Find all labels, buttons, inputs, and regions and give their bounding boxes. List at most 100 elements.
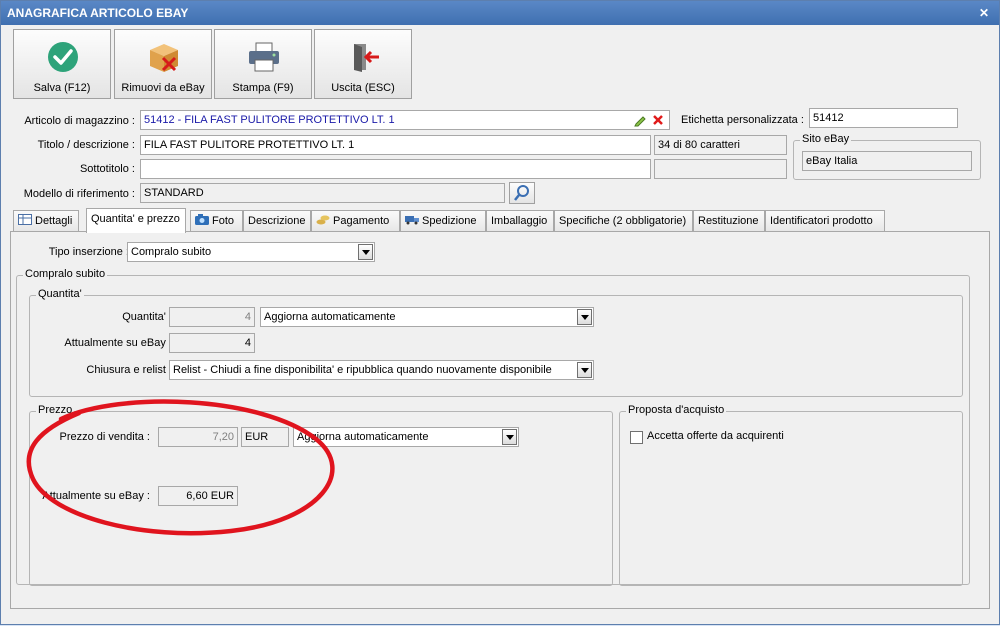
quantita-mode-value: Aggiorna automaticamente: [264, 311, 396, 323]
etichetta-value: 51412: [813, 112, 844, 124]
sottotitolo-label: Sottotitolo :: [79, 163, 135, 175]
attuale-qty-display: 4: [169, 333, 255, 353]
close-icon[interactable]: ✕: [979, 1, 989, 25]
tipo-inserzione-select[interactable]: Compralo subito: [127, 242, 375, 262]
tab-specifiche-label: Specifiche (2 obbligatorie): [559, 215, 687, 227]
etichetta-input[interactable]: 51412: [809, 108, 958, 128]
attuale-qty-value: 4: [244, 337, 251, 349]
tab-imballaggio-label: Imballaggio: [491, 215, 548, 227]
tab-spedizione[interactable]: Spedizione: [400, 210, 486, 232]
attuale-prezzo-display: 6,60 EUR: [158, 486, 238, 506]
quantita-value: 4: [244, 311, 251, 323]
prezzo-currency-value: EUR: [245, 431, 269, 443]
prezzo-mode-select[interactable]: Aggiorna automaticamente: [293, 427, 519, 447]
quantita-input[interactable]: 4: [169, 307, 255, 327]
etichetta-label: Etichetta personalizzata :: [681, 114, 804, 126]
sito-ebay-title: Sito eBay: [800, 133, 852, 145]
window-title: ANAGRAFICA ARTICOLO EBAY: [7, 6, 189, 20]
tab-quantita-prezzo-label: Quantita' e prezzo: [91, 213, 180, 225]
magnifier-icon: [514, 185, 529, 201]
tab-dettagli-label: Dettagli: [35, 215, 73, 227]
modello-search-button[interactable]: [509, 182, 535, 204]
titolo-label: Titolo / descrizione :: [37, 139, 135, 151]
sito-ebay-value: eBay Italia: [806, 155, 858, 167]
tab-quantita-prezzo[interactable]: Quantita' e prezzo: [86, 208, 186, 233]
prezzo-mode-value: Aggiorna automaticamente: [297, 431, 429, 443]
tab-foto-label: Foto: [212, 215, 235, 227]
prezzo-value: 7,20: [212, 431, 234, 443]
articolo-field[interactable]: 51412 - FILA FAST PULITORE PROTETTIVO LT…: [140, 110, 670, 130]
sottotitolo-count-display: [654, 159, 787, 179]
modello-label: Modello di riferimento :: [23, 188, 135, 200]
chevron-down-icon: [577, 362, 592, 378]
compralo-subito-title: Compralo subito: [23, 268, 108, 280]
tab-descrizione-label: Descrizione: [248, 215, 306, 227]
sito-ebay-display: eBay Italia: [802, 151, 972, 171]
tab-descrizione[interactable]: Descrizione: [243, 210, 311, 232]
sito-ebay-group: Sito eBay eBay Italia: [793, 133, 981, 180]
table-icon: [18, 214, 32, 225]
save-button[interactable]: Salva (F12): [13, 29, 111, 99]
chevron-down-icon: [358, 244, 373, 260]
tab-identificatori[interactable]: Identificatori prodotto: [765, 210, 885, 232]
quantita-group-title: Quantita': [36, 288, 84, 300]
print-button[interactable]: Stampa (F9): [214, 29, 312, 99]
exit-button-label: Uscita (ESC): [331, 82, 395, 94]
sottotitolo-input[interactable]: [140, 159, 651, 179]
truck-icon: [405, 216, 419, 225]
chiusura-label: Chiusura e relist :: [86, 364, 172, 376]
tab-dettagli[interactable]: Dettagli: [13, 210, 79, 232]
exit-door-icon: [354, 44, 379, 72]
articolo-label: Articolo di magazzino :: [24, 115, 135, 127]
tab-pagamento[interactable]: Pagamento: [311, 210, 400, 232]
chiusura-select[interactable]: Relist - Chiudi a fine disponibilita' e …: [169, 360, 594, 380]
prezzo-label: Prezzo di vendita :: [59, 431, 151, 443]
chevron-down-icon: [577, 309, 592, 325]
checkmark-icon: [48, 42, 78, 72]
titolo-value: FILA FAST PULITORE PROTETTIVO LT. 1: [144, 139, 355, 151]
exit-button[interactable]: Uscita (ESC): [314, 29, 412, 99]
tipo-inserzione-label: Tipo inserzione :: [48, 246, 129, 258]
pencil-edit-icon[interactable]: [634, 114, 647, 127]
attuale-qty-label: Attualmente su eBay :: [64, 337, 172, 349]
camera-icon: [195, 214, 209, 225]
quantita-mode-select[interactable]: Aggiorna automaticamente: [260, 307, 594, 327]
titolo-input[interactable]: FILA FAST PULITORE PROTETTIVO LT. 1: [140, 135, 651, 155]
chevron-down-icon: [502, 429, 517, 445]
quantita-group: Quantita' Quantita' : 4 Aggiorna automat…: [29, 288, 963, 397]
box-remove-icon: [150, 44, 178, 72]
prezzo-group: Prezzo Prezzo di vendita : 7,20 EUR Aggi…: [29, 404, 613, 586]
coins-icon: [316, 215, 330, 225]
prezzo-currency-display: EUR: [241, 427, 289, 447]
chiusura-value: Relist - Chiudi a fine disponibilita' e …: [173, 364, 552, 376]
char-count-display: 34 di 80 caratteri: [654, 135, 787, 155]
remove-from-ebay-label: Rimuovi da eBay: [121, 82, 205, 94]
char-count-value: 34 di 80 caratteri: [658, 139, 740, 151]
proposta-acquisto-title: Proposta d'acquisto: [626, 404, 727, 416]
tab-imballaggio[interactable]: Imballaggio: [486, 210, 554, 232]
print-button-label: Stampa (F9): [232, 82, 294, 94]
tab-specifiche[interactable]: Specifiche (2 obbligatorie): [554, 210, 693, 232]
tipo-inserzione-value: Compralo subito: [131, 246, 212, 258]
tab-restituzione-label: Restituzione: [698, 215, 759, 227]
prezzo-input[interactable]: 7,20: [158, 427, 238, 447]
tab-page-quantita-prezzo: Tipo inserzione : Compralo subito Compra…: [10, 231, 990, 609]
accetta-offerte-checkbox[interactable]: [630, 431, 643, 444]
attuale-prezzo-label: Attualmente su eBay :: [42, 490, 150, 502]
prezzo-group-title: Prezzo: [36, 404, 75, 416]
accetta-offerte-label: Accetta offerte da acquirenti: [647, 430, 784, 442]
tab-identificatori-label: Identificatori prodotto: [770, 215, 873, 227]
remove-from-ebay-button[interactable]: Rimuovi da eBay: [114, 29, 212, 99]
tab-foto[interactable]: Foto: [190, 210, 243, 232]
save-button-label: Salva (F12): [33, 82, 91, 94]
tab-spedizione-label: Spedizione: [422, 215, 477, 227]
modello-display: STANDARD: [140, 183, 505, 203]
tab-pagamento-label: Pagamento: [333, 215, 390, 227]
printer-icon: [249, 42, 279, 72]
modello-value: STANDARD: [144, 187, 204, 199]
attuale-prezzo-value: 6,60 EUR: [186, 490, 234, 502]
clear-x-icon[interactable]: [652, 114, 664, 126]
compralo-subito-group: Compralo subito Quantita' Quantita' : 4 …: [16, 268, 970, 586]
tab-restituzione[interactable]: Restituzione: [693, 210, 765, 232]
articolo-value: 51412 - FILA FAST PULITORE PROTETTIVO LT…: [144, 114, 395, 126]
